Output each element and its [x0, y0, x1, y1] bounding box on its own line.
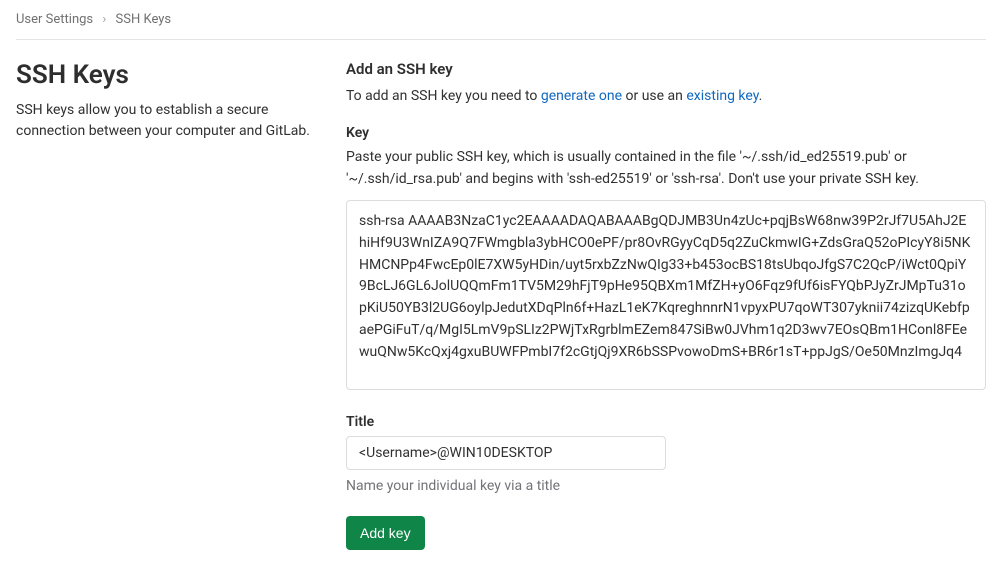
- section-desc-text: .: [759, 88, 763, 104]
- key-description: Paste your public SSH key, which is usua…: [346, 147, 986, 190]
- key-label: Key: [346, 125, 986, 141]
- key-textarea[interactable]: [346, 200, 986, 390]
- title-label: Title: [346, 414, 986, 430]
- page-description: SSH keys allow you to establish a secure…: [16, 100, 330, 142]
- add-key-button[interactable]: Add key: [346, 516, 425, 550]
- breadcrumb: User Settings › SSH Keys: [16, 12, 986, 40]
- generate-key-link[interactable]: generate one: [541, 88, 622, 104]
- existing-key-link[interactable]: existing key: [686, 88, 758, 104]
- section-heading: Add an SSH key: [346, 60, 986, 78]
- section-description: To add an SSH key you need to generate o…: [346, 86, 986, 107]
- breadcrumb-current: SSH Keys: [116, 12, 172, 27]
- chevron-right-icon: ›: [102, 12, 106, 27]
- title-helper: Name your individual key via a title: [346, 478, 986, 494]
- section-desc-text: or use an: [622, 88, 686, 104]
- page-title: SSH Keys: [16, 60, 330, 90]
- title-input[interactable]: [346, 436, 666, 470]
- breadcrumb-parent[interactable]: User Settings: [16, 12, 93, 27]
- section-desc-text: To add an SSH key you need to: [346, 88, 541, 104]
